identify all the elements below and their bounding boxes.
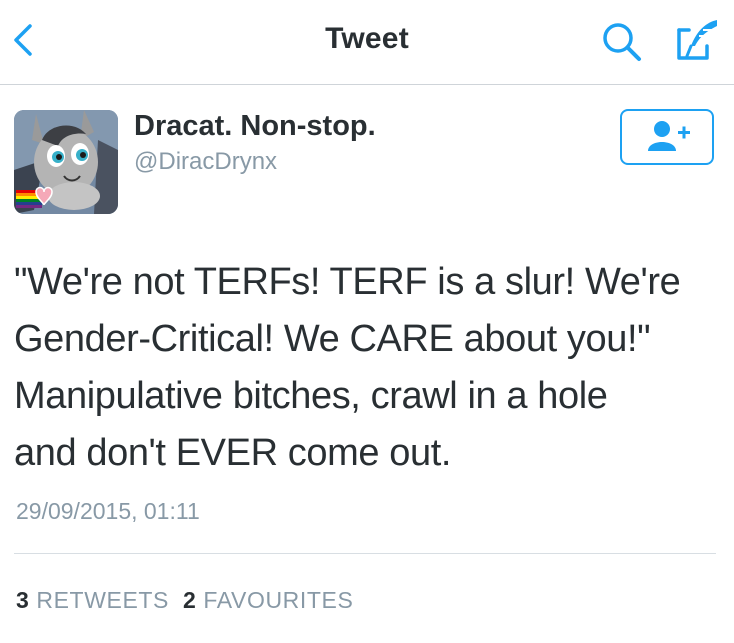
tweet-text-line: Gender-Critical! We CARE about you!" [14,318,651,360]
retweets-count: 3 [16,587,30,613]
avatar-image [14,110,118,214]
tweet-text-line: "We're not TERFs! TERF is a slur! We're [14,261,681,303]
tweet-text-line: Manipulative bitches, crawl in a hole [14,375,608,417]
search-button[interactable] [600,20,644,64]
tweet-text: "We're not TERFs! TERF is a slur! We're … [14,254,726,482]
avatar[interactable] [14,110,118,214]
navigation-bar: Tweet [0,0,734,85]
favourites-stat[interactable]: 2 FAVOURITES [183,587,353,613]
tweet-timestamp: 29/09/2015, 01:11 [16,498,200,524]
divider [14,553,716,554]
retweets-stat[interactable]: 3 RETWEETS [16,587,169,613]
retweets-label: RETWEETS [36,587,169,613]
tweet-stats: 3 RETWEETS 2 FAVOURITES [16,587,353,614]
tweet-text-line: and don't EVER come out. [14,432,452,474]
follow-user-icon [648,121,690,151]
author-handle[interactable]: @DiracDrynx [134,148,277,176]
favourites-label: FAVOURITES [203,587,354,613]
favourites-count: 2 [183,587,197,613]
search-icon [603,23,641,61]
follow-button[interactable] [620,109,714,165]
compose-tweet-icon [677,20,717,60]
author-display-name[interactable]: Dracat. Non-stop. [134,110,376,143]
compose-button[interactable] [673,16,723,64]
